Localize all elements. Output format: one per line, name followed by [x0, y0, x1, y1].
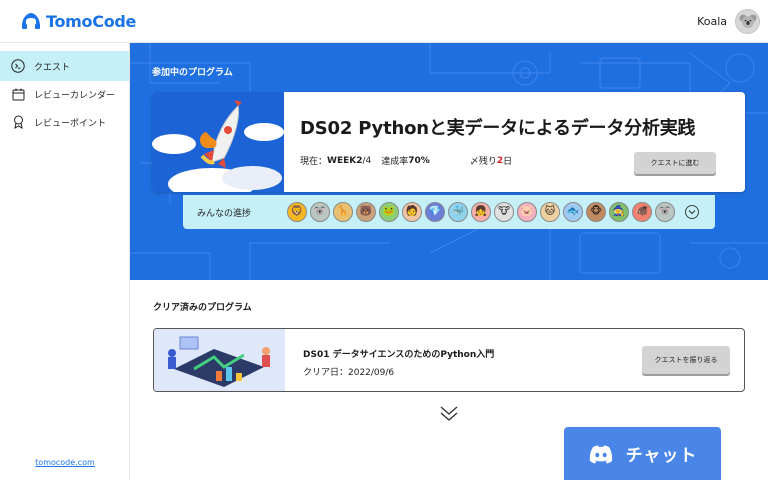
award-ribbon-icon [10, 114, 26, 130]
chat-button[interactable]: チャット [564, 427, 721, 480]
section-title-current: 参加中のプログラム [152, 68, 233, 78]
cat-avatar[interactable]: 🐱 [540, 202, 560, 222]
progress-value: 70% [408, 155, 430, 166]
witch-avatar[interactable]: 🧙 [609, 202, 629, 222]
cleared-program-thumbnail [154, 329, 285, 391]
cleared-program-card: DS01 データサイエンスのためのPython入門 クリア日：2022/09/6… [153, 328, 745, 392]
giraffe-avatar[interactable]: 🦒 [333, 202, 353, 222]
monkey-avatar[interactable]: 🐵 [586, 202, 606, 222]
gem-avatar[interactable]: 💎 [425, 202, 445, 222]
progress-prefix: 達成率 [381, 157, 409, 167]
data-science-illustration [154, 329, 285, 391]
review-quest-button[interactable]: クエストを振り返る [642, 346, 730, 374]
chevron-down-icon [688, 210, 696, 215]
current-program-card: DS02 Pythonと実データによるデータ分析実践 現在： WEEK2 /4 … [152, 92, 745, 192]
current-program-banner: 参加中のプログラム DS02 Pythonと実データによるデータ分析実践 現在：… [130, 43, 768, 280]
week-total: /4 [362, 155, 372, 166]
calendar-icon [10, 86, 26, 102]
show-more-chevron-icon[interactable] [439, 405, 459, 423]
sidebar-item-review-points[interactable]: レビューポイント [0, 107, 129, 137]
sidebar-item-label: レビューポイント [34, 118, 107, 129]
lion-avatar[interactable]: 🦁 [287, 202, 307, 222]
sidebar-item-label: クエスト [34, 62, 71, 73]
program-title: DS02 Pythonと実データによるデータ分析実践 [300, 118, 696, 139]
sidebar-item-label: レビューカレンダー [34, 90, 116, 101]
program-info: DS02 Pythonと実データによるデータ分析実践 現在： WEEK2 /4 … [284, 92, 745, 192]
expand-avatars-button[interactable] [685, 205, 699, 219]
user-name: Koala [697, 14, 727, 28]
section-title-cleared: クリア済みのプログラム [153, 303, 252, 313]
status-prefix: 現在： [300, 157, 328, 167]
frog-avatar[interactable]: 🐸 [379, 202, 399, 222]
user-menu[interactable]: Koala [697, 8, 760, 34]
deadline-suffix: 日 [503, 157, 513, 167]
koala2-avatar[interactable]: 🐨 [655, 202, 675, 222]
terminal-icon [10, 58, 26, 74]
footer-site-link[interactable]: tomocode.com [0, 458, 130, 467]
boar-avatar[interactable]: 🐗 [632, 202, 652, 222]
whale-avatar[interactable]: 🐳 [448, 202, 468, 222]
koala-avatar[interactable]: 🐨 [310, 202, 330, 222]
sidebar: クエスト レビューカレンダー レビューポイント tomocode.com [0, 43, 130, 480]
deadline-prefix: 〆残り [469, 157, 497, 167]
current-week: WEEK2 [327, 155, 363, 166]
girl-avatar[interactable]: 👧 [471, 202, 491, 222]
sidebar-item-quest[interactable]: クエスト [0, 51, 129, 81]
cleared-program-info: DS01 データサイエンスのためのPython入門 クリア日：2022/09/6… [285, 329, 744, 391]
logo-text: TomoCode [46, 11, 137, 31]
koala-icon [739, 14, 756, 28]
program-thumbnail [152, 92, 284, 192]
sidebar-item-review-calendar[interactable]: レビューカレンダー [0, 79, 129, 109]
top-header: TomoCode Koala [0, 0, 768, 43]
pig-avatar[interactable]: 🐷 [517, 202, 537, 222]
participant-avatars: 🦁 🐨 🦒 🐻 🐸 🧑 💎 🐳 👧 🐮 🐷 🐱 🐟 🐵 🧙 🐗 🐨 [287, 202, 675, 222]
logo[interactable]: TomoCode [20, 12, 136, 31]
user-avatar[interactable] [735, 8, 760, 34]
logo-icon [22, 13, 40, 29]
bear-avatar[interactable]: 🐻 [356, 202, 376, 222]
person-avatar[interactable]: 🧑 [402, 202, 422, 222]
go-to-quest-button[interactable]: クエストに進む [634, 152, 716, 174]
everyone-progress-label: みんなの進捗 [197, 208, 252, 219]
rocket-illustration [152, 92, 284, 192]
chat-button-label: チャット [625, 446, 698, 466]
cow-avatar[interactable]: 🐮 [494, 202, 514, 222]
fish-avatar[interactable]: 🐟 [563, 202, 583, 222]
discord-icon [589, 445, 612, 463]
everyone-progress-bar: みんなの進捗 🦁 🐨 🦒 🐻 🐸 🧑 💎 🐳 👧 🐮 🐷 🐱 🐟 🐵 🧙 🐗 🐨 [183, 195, 715, 229]
